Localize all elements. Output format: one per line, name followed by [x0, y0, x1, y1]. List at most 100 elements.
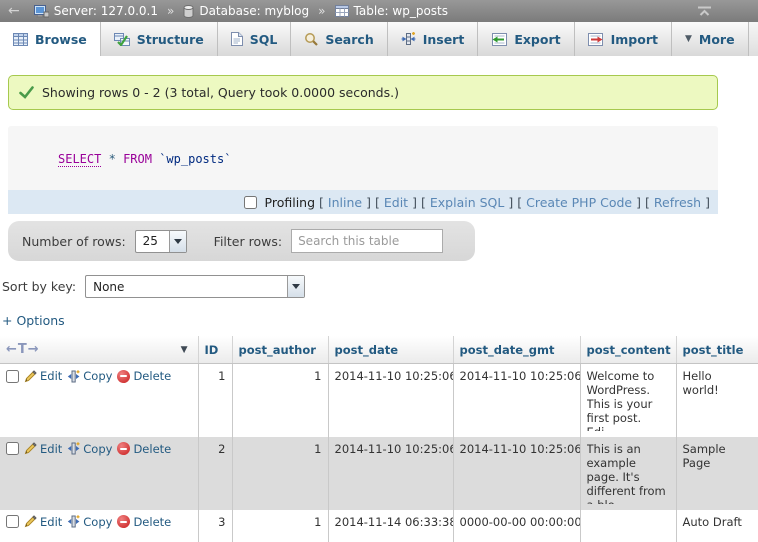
pencil-icon: [24, 515, 37, 528]
status-message: Showing rows 0 - 2 (3 total, Query took …: [8, 75, 718, 110]
search-icon: [304, 32, 318, 46]
collapse-panel-icon[interactable]: [697, 6, 712, 17]
browse-icon: [13, 33, 28, 46]
tab-structure-label: Structure: [137, 32, 204, 47]
sql-keyword-from: FROM: [123, 152, 152, 166]
bracket: [: [319, 195, 324, 210]
sql-actions-bar: Profiling [ Inline ] [ Edit ] [ Explain …: [8, 190, 718, 214]
breadcrumb-database[interactable]: Database: myblog: [199, 4, 309, 18]
cell-post-content: [580, 510, 676, 542]
row-checkbox[interactable]: [6, 515, 19, 528]
delete-row-link[interactable]: Delete: [117, 515, 171, 529]
cell-post-date-gmt: 0000-00-00 00:00:00: [453, 510, 580, 542]
column-visibility-controls[interactable]: ←T→: [6, 342, 40, 357]
create-php-code-link[interactable]: Create PHP Code: [526, 195, 632, 210]
row-checkbox[interactable]: [6, 442, 19, 455]
chevron-down-icon: [169, 231, 186, 252]
sort-by-key-select[interactable]: None: [85, 275, 305, 298]
options-toggle-link[interactable]: + Options: [2, 313, 65, 328]
copy-icon: [67, 370, 80, 383]
column-header-post-title[interactable]: post_title: [676, 336, 758, 364]
tab-export[interactable]: Export: [478, 22, 574, 56]
breadcrumb-table[interactable]: Table: wp_posts: [354, 4, 449, 18]
sql-star: *: [109, 152, 116, 166]
copy-icon: [67, 442, 80, 455]
table-row: Edit Copy Delete 3 1 2014-11-14 06:33:38…: [0, 510, 758, 542]
copy-icon: [67, 515, 80, 528]
table-row: Edit Copy Delete 1 1 2014-11-10 10:25:06…: [0, 364, 758, 437]
copy-row-link[interactable]: Copy: [67, 442, 112, 456]
chevron-down-icon: ▼: [685, 34, 692, 44]
edit-sql-link[interactable]: Edit: [384, 195, 408, 210]
refresh-link[interactable]: Refresh: [654, 195, 701, 210]
delete-row-link[interactable]: Delete: [117, 442, 171, 456]
copy-row-link[interactable]: Copy: [67, 515, 112, 529]
cell-post-content: Welcome to WordPress. This is your first…: [580, 364, 676, 437]
bracket: ]: [508, 195, 513, 210]
column-header-id[interactable]: ID: [198, 336, 232, 364]
number-of-rows-select[interactable]: 25: [135, 230, 187, 253]
copy-row-link[interactable]: Copy: [67, 369, 112, 383]
filter-rows-input[interactable]: [291, 229, 443, 253]
insert-icon: [401, 32, 416, 46]
row-checkbox[interactable]: [6, 370, 19, 383]
breadcrumb: Server: 127.0.0.1 » Database: myblog » T…: [34, 4, 448, 18]
cell-id: 1: [198, 364, 232, 437]
cell-post-date-gmt: 2014-11-10 10:25:06: [453, 437, 580, 510]
tab-structure[interactable]: Structure: [101, 22, 218, 56]
profiling-checkbox[interactable]: [244, 196, 257, 209]
phpmyadmin-window: ← Server: 127.0.0.1 » Database: myblog »…: [0, 0, 758, 542]
cell-post-author: 1: [232, 437, 328, 510]
tab-browse[interactable]: Browse: [0, 22, 101, 56]
breadcrumb-separator: »: [167, 4, 174, 18]
sort-caret-icon[interactable]: ▼: [181, 345, 188, 355]
table-header-row: ←T→ ▼ ID post_author post_date post_date…: [0, 336, 758, 364]
sql-table-identifier: `wp_posts`: [159, 152, 231, 166]
inline-link[interactable]: Inline: [328, 195, 362, 210]
delete-icon: [117, 515, 130, 528]
sql-query-text: SELECT * FROM `wp_posts`: [8, 126, 718, 190]
back-arrow-icon[interactable]: ←: [8, 3, 20, 19]
bracket: ]: [366, 195, 371, 210]
edit-row-link[interactable]: Edit: [24, 442, 62, 456]
bracket: [: [375, 195, 380, 210]
edit-row-link[interactable]: Edit: [24, 515, 62, 529]
cell-post-author: 1: [232, 364, 328, 437]
table-row: Edit Copy Delete 2 1 2014-11-10 10:25:06…: [0, 437, 758, 510]
cell-post-content: This is an example page. It's different …: [580, 437, 676, 510]
column-header-post-date[interactable]: post_date: [328, 336, 453, 364]
success-check-icon: [19, 86, 34, 99]
bracket: [: [517, 195, 522, 210]
column-header-post-date-gmt[interactable]: post_date_gmt: [453, 336, 580, 364]
sort-by-key-label: Sort by key:: [2, 279, 76, 294]
results-table: ←T→ ▼ ID post_author post_date post_date…: [0, 336, 758, 542]
sql-keyword-select: SELECT: [58, 152, 101, 167]
breadcrumb-server[interactable]: Server: 127.0.0.1: [54, 4, 158, 18]
status-message-text: Showing rows 0 - 2 (3 total, Query took …: [42, 85, 399, 100]
cell-id: 2: [198, 437, 232, 510]
tab-import[interactable]: Import: [575, 22, 672, 56]
tab-import-label: Import: [611, 32, 658, 47]
tab-bar: Browse Structure SQL Search Insert Expor…: [0, 22, 758, 57]
column-controls-header: ←T→ ▼: [0, 336, 198, 364]
tab-insert[interactable]: Insert: [388, 22, 479, 56]
column-header-post-author[interactable]: post_author: [232, 336, 328, 364]
bracket: [: [645, 195, 650, 210]
pencil-icon: [24, 370, 37, 383]
tab-sql[interactable]: SQL: [218, 22, 292, 56]
table-icon: [335, 5, 349, 17]
pencil-icon: [24, 442, 37, 455]
tab-more-label: More: [699, 32, 735, 47]
cell-post-title: Sample Page: [676, 437, 758, 510]
cell-post-date-gmt: 2014-11-10 10:25:06: [453, 364, 580, 437]
sql-query-box: SELECT * FROM `wp_posts` Profiling [ Inl…: [8, 126, 718, 214]
delete-row-link[interactable]: Delete: [117, 369, 171, 383]
explain-sql-link[interactable]: Explain SQL: [430, 195, 504, 210]
bracket: ]: [412, 195, 417, 210]
tab-search[interactable]: Search: [291, 22, 387, 56]
column-header-post-content[interactable]: post_content: [580, 336, 676, 364]
edit-row-link[interactable]: Edit: [24, 369, 62, 383]
tab-more[interactable]: ▼ More: [672, 22, 749, 56]
database-icon: [183, 5, 194, 18]
cell-post-title: Auto Draft: [676, 510, 758, 542]
